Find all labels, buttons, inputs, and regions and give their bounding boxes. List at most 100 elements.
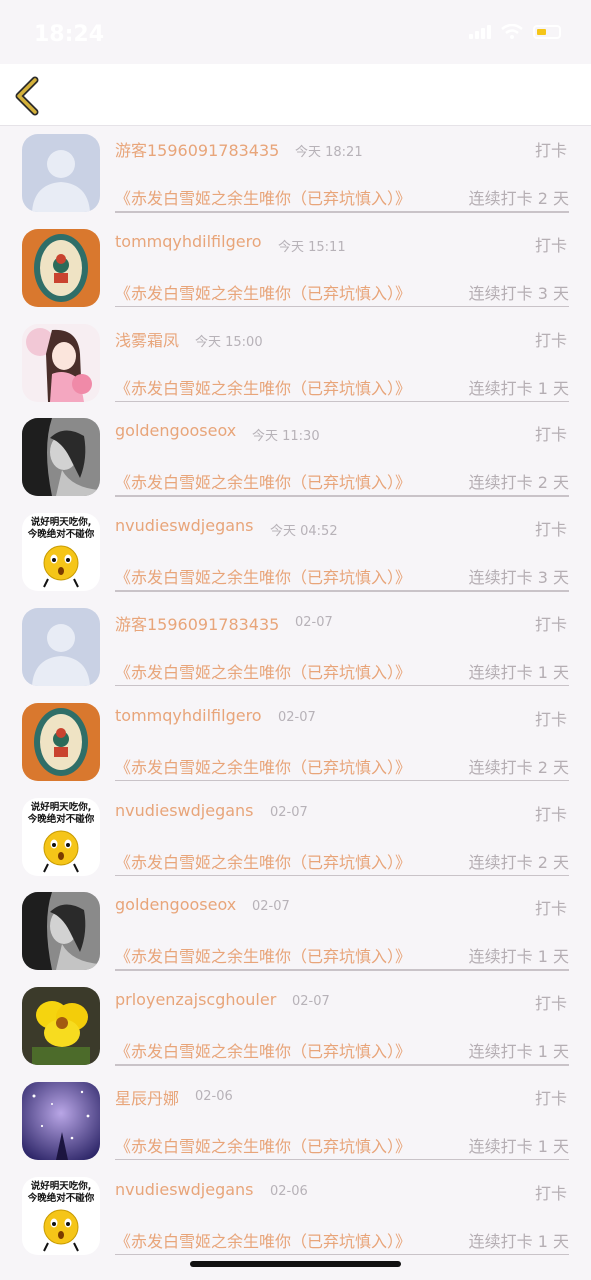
book-title-link[interactable]: 《赤发白雪姬之余生唯你（已弃坑慎入）》 <box>115 1038 411 1062</box>
streak-count: 连续打卡 2 天 <box>468 473 569 493</box>
book-title-link[interactable]: 《赤发白雪姬之余生唯你（已弃坑慎入）》 <box>115 564 411 588</box>
book-title-link[interactable]: 《赤发白雪姬之余生唯你（已弃坑慎入）》 <box>115 280 411 304</box>
username[interactable]: tommqyhdilfilgero <box>115 706 262 725</box>
row-divider <box>115 590 569 592</box>
checkin-label: 打卡 <box>534 330 567 350</box>
checkin-time: 02-06 <box>195 1088 233 1104</box>
username[interactable]: nvudieswdjegans <box>115 1180 254 1199</box>
checkin-row[interactable]: tommqyhdilfilgero 02-07 打卡 《赤发白雪姬之余生唯你（已弃坑慎… <box>0 696 591 791</box>
streak-count: 连续打卡 1 天 <box>468 378 569 398</box>
streak-count: 连续打卡 1 天 <box>468 662 569 682</box>
checkin-time: 今天 18:21 <box>295 145 363 160</box>
row-divider <box>115 1158 569 1161</box>
checkin-label: 打卡 <box>534 994 567 1014</box>
checkin-list: 游客1596091783435 今天 18:21 打卡 《赤发白雪姬之余生唯你（已弃坑… <box>0 127 591 1265</box>
checkin-row[interactable]: 游客1596091783435 02-07 打卡 《赤发白雪姬之余生唯你（已弃坑慎入）… <box>0 601 591 696</box>
user-avatar[interactable] <box>22 228 100 307</box>
username[interactable]: nvudieswdjegans <box>115 801 254 820</box>
checkin-time: 02-06 <box>270 1183 308 1199</box>
checkin-label: 打卡 <box>534 899 567 919</box>
book-title-link[interactable]: 《赤发白雪姬之余生唯你（已弃坑慎入）》 <box>115 754 411 778</box>
username[interactable]: nvudieswdjegans <box>115 516 254 535</box>
book-title-link[interactable]: 《赤发白雪姬之余生唯你（已弃坑慎入）》 <box>115 185 411 209</box>
checkin-label: 打卡 <box>534 235 567 255</box>
checkin-time: 今天 15:00 <box>195 334 263 350</box>
checkin-time: 02-07 <box>270 804 308 820</box>
streak-count: 连续打卡 2 天 <box>468 757 569 777</box>
checkin-time: 02-07 <box>292 994 330 1010</box>
user-avatar[interactable]: 说好明天吃你, 今晚绝对不碰你 <box>22 797 100 876</box>
checkin-time: 02-07 <box>252 899 290 915</box>
book-title-link[interactable]: 《赤发白雪姬之余生唯你（已弃坑慎入）》 <box>115 375 411 399</box>
book-title-link[interactable]: 《赤发白雪姬之余生唯你（已弃坑慎入）》 <box>115 659 411 683</box>
book-title-link[interactable]: 《赤发白雪姬之余生唯你（已弃坑慎入）》 <box>115 943 411 967</box>
home-indicator <box>190 1261 401 1267</box>
user-avatar[interactable]: 说好明天吃你, 今晚绝对不碰你 <box>22 513 100 592</box>
svg-text:说好明天吃你,: 说好明天吃你, <box>31 516 92 528</box>
book-title-link[interactable]: 《赤发白雪姬之余生唯你（已弃坑慎入）》 <box>115 469 411 493</box>
streak-count: 连续打卡 1 天 <box>468 1042 569 1062</box>
navigation-bar <box>0 64 591 126</box>
streak-count: 连续打卡 2 天 <box>468 852 569 872</box>
username[interactable]: 游客1596091783435 <box>115 137 279 161</box>
checkin-label: 打卡 <box>534 1183 567 1203</box>
user-avatar[interactable] <box>22 1081 100 1160</box>
streak-count: 连续打卡 1 天 <box>468 947 569 967</box>
chevron-left-icon <box>15 76 39 116</box>
checkin-row[interactable]: 说好明天吃你, 今晚绝对不碰你 nvudieswdjegans 今天 04:52 打卡《… <box>0 506 591 601</box>
status-icons <box>469 24 561 40</box>
checkin-row[interactable]: goldengooseox 02-07 打卡《赤发白雪姬之余生唯你（已弃坑慎入）》 连… <box>0 885 591 980</box>
checkin-row[interactable]: 说好明天吃你, 今晚绝对不碰你 nvudieswdjegans 02-07 打卡《赤发白… <box>0 791 591 886</box>
checkin-row[interactable]: prloyenzajscghouler 02-07 打卡《赤发白雪姬之余生唯你（已弃… <box>0 980 591 1075</box>
row-divider <box>115 874 569 877</box>
book-title-link[interactable]: 《赤发白雪姬之余生唯你（已弃坑慎入）》 <box>115 849 411 873</box>
username[interactable]: 星辰丹娜 <box>115 1085 179 1109</box>
streak-count: 连续打卡 1 天 <box>468 1136 569 1156</box>
status-time: 18:24 <box>34 22 105 47</box>
user-avatar[interactable] <box>22 418 100 497</box>
username[interactable]: prloyenzajscghouler <box>115 990 276 1009</box>
checkin-time: 今天 04:52 <box>270 524 338 540</box>
username[interactable]: goldengooseox <box>115 421 236 440</box>
svg-text:今晚绝对不碰你: 今晚绝对不碰你 <box>27 813 95 825</box>
checkin-row[interactable]: 说好明天吃你, 今晚绝对不碰你 nvudieswdjegans 02-06 打卡《赤发白… <box>0 1170 591 1265</box>
checkin-time: 今天 11:30 <box>252 429 320 445</box>
checkin-label: 打卡 <box>534 141 567 160</box>
user-avatar[interactable] <box>22 607 100 686</box>
checkin-row[interactable]: 星辰丹娜 02-06 打卡 《赤发白雪姬之余生唯你（已弃坑慎入）》 连续打卡 1 天 <box>0 1075 591 1170</box>
wifi-icon <box>501 24 523 39</box>
checkin-row[interactable]: 游客1596091783435 今天 18:21 打卡《赤发白雪姬之余生唯你（已弃坑… <box>0 127 591 222</box>
svg-text:今晚绝对不碰你: 今晚绝对不碰你 <box>27 528 95 540</box>
book-title-link[interactable]: 《赤发白雪姬之余生唯你（已弃坑慎入）》 <box>115 1133 411 1157</box>
user-avatar[interactable] <box>22 987 100 1066</box>
streak-count: 连续打卡 3 天 <box>468 283 569 303</box>
checkin-row[interactable]: tommqyhdilfilgero 今天 15:11 打卡《赤发白雪姬之余生唯你（已… <box>0 222 591 317</box>
row-divider <box>115 779 569 782</box>
checkin-row[interactable]: 浅雾霜凤 今天 15:00 打卡《赤发白雪姬之余生唯你（已弃坑慎入）》 连续打卡 1 … <box>0 317 591 412</box>
checkin-label: 打卡 <box>534 520 567 540</box>
checkin-label: 打卡 <box>534 804 567 824</box>
user-avatar[interactable] <box>22 134 100 212</box>
row-divider <box>115 969 569 971</box>
svg-text:说好明天吃你,: 说好明天吃你, <box>31 801 92 813</box>
row-divider <box>115 211 569 213</box>
checkin-time: 02-07 <box>295 614 333 630</box>
user-avatar[interactable] <box>22 892 100 971</box>
checkin-row[interactable]: goldengooseox 今天 11:30 打卡 《赤发白雪姬之余生唯你（已弃坑慎入… <box>0 411 591 506</box>
username[interactable]: goldengooseox <box>115 895 236 914</box>
username[interactable]: tommqyhdilfilgero <box>115 232 262 251</box>
cellular-signal-icon <box>469 25 491 39</box>
user-avatar[interactable] <box>22 323 100 402</box>
username[interactable]: 游客1596091783435 <box>115 611 279 635</box>
row-divider <box>115 1064 569 1066</box>
user-avatar[interactable] <box>22 702 100 781</box>
streak-count: 连续打卡 1 天 <box>468 1231 569 1251</box>
back-button[interactable] <box>10 74 50 118</box>
row-divider <box>115 305 569 308</box>
user-avatar[interactable]: 说好明天吃你, 今晚绝对不碰你 <box>22 1176 100 1255</box>
checkin-time: 今天 15:11 <box>278 239 346 255</box>
book-title-link[interactable]: 《赤发白雪姬之余生唯你（已弃坑慎入）》 <box>115 1228 411 1252</box>
username[interactable]: 浅雾霜凤 <box>115 327 179 351</box>
svg-text:说好明天吃你,: 说好明天吃你, <box>31 1180 92 1192</box>
row-divider <box>115 1253 569 1256</box>
